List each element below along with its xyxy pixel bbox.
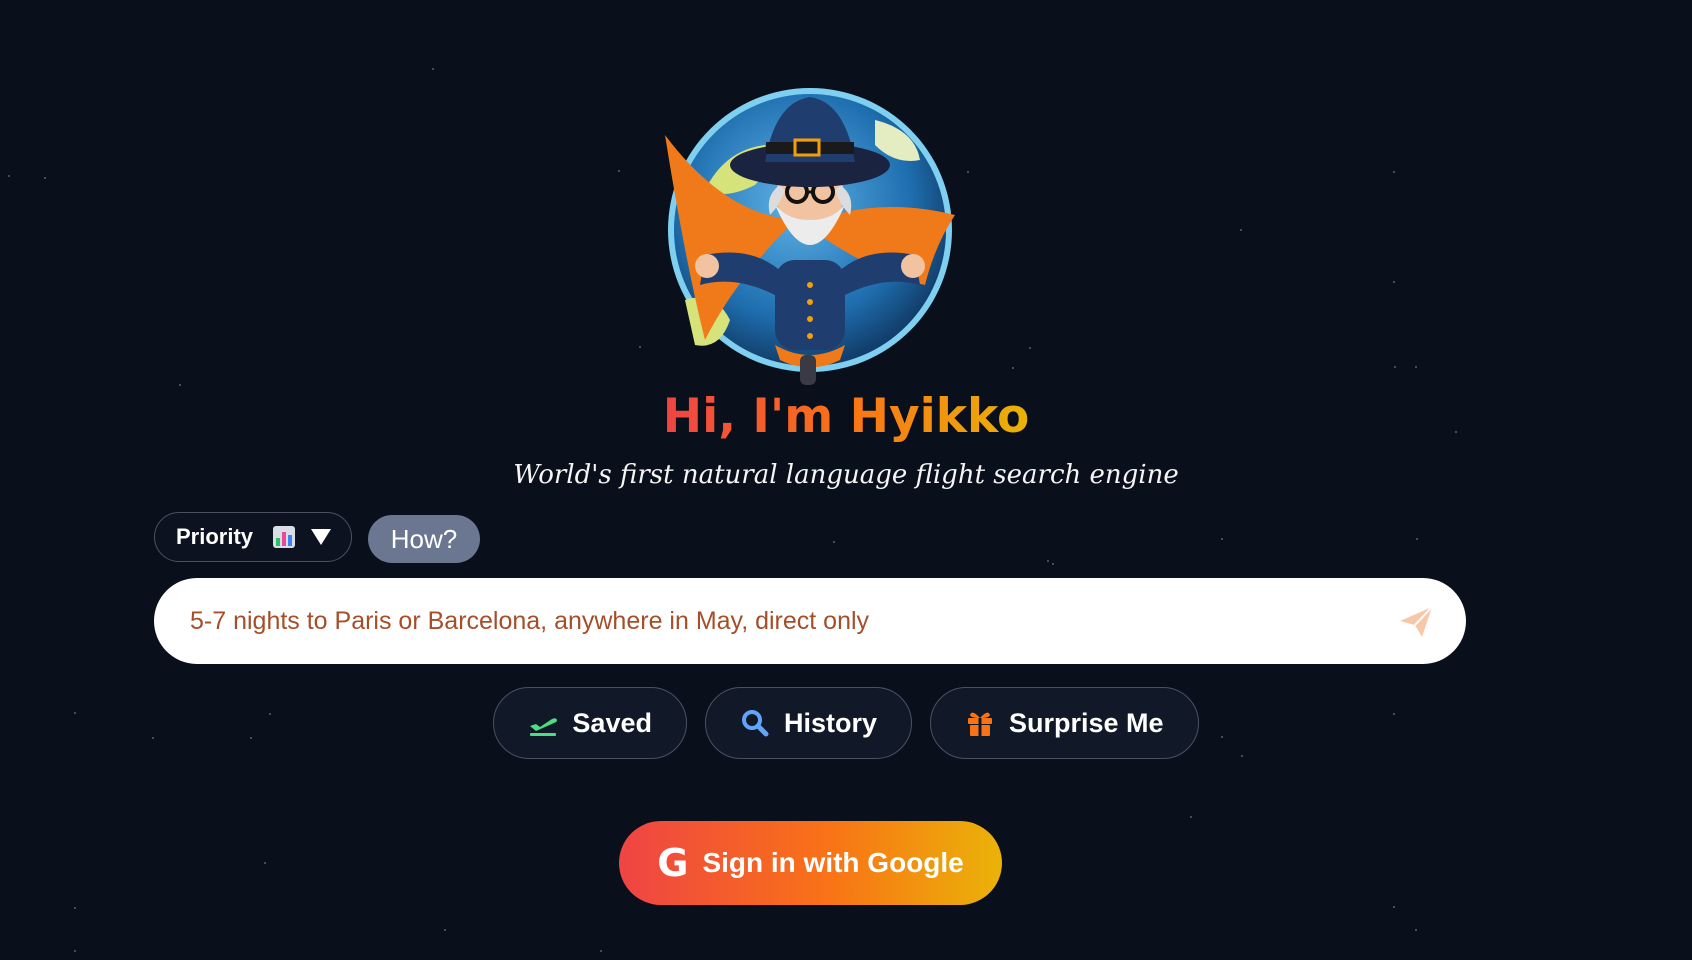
history-label: History: [783, 707, 878, 738]
saved-button[interactable]: Saved: [493, 687, 687, 759]
surprise-me-label: Surprise Me: [1009, 707, 1164, 738]
paper-plane-icon[interactable]: [1396, 601, 1436, 641]
search-bar: [154, 578, 1466, 664]
google-g-icon: G: [657, 841, 689, 885]
how-button[interactable]: How?: [368, 515, 480, 563]
wizard-globe-mascot: [665, 88, 955, 385]
page-title: Hi, I'm Hyikko: [0, 386, 1692, 448]
page-title-text: Hi, I'm Hyikko: [662, 389, 1030, 444]
google-sign-in-button[interactable]: G Sign in with Google: [619, 821, 1002, 905]
plane-takeoff-icon: [528, 708, 558, 738]
bar-chart-icon: [273, 526, 296, 548]
priority-dropdown[interactable]: Priority: [154, 512, 352, 562]
caret-down-icon: [311, 529, 332, 545]
search-icon: [740, 708, 770, 738]
surprise-me-button[interactable]: Surprise Me: [930, 687, 1199, 759]
priority-label: Priority: [176, 524, 254, 549]
search-input[interactable]: [188, 605, 1396, 637]
google-sign-in-label: Sign in with Google: [702, 847, 964, 878]
landing-page: Hi, I'm Hyikko World's first natural lan…: [0, 0, 1692, 960]
saved-label: Saved: [572, 707, 652, 738]
history-button[interactable]: History: [704, 687, 913, 759]
tagline: World's first natural language flight se…: [513, 460, 1179, 490]
gift-icon: [965, 708, 995, 738]
quick-actions: Saved History Surprise Me: [0, 687, 1692, 759]
